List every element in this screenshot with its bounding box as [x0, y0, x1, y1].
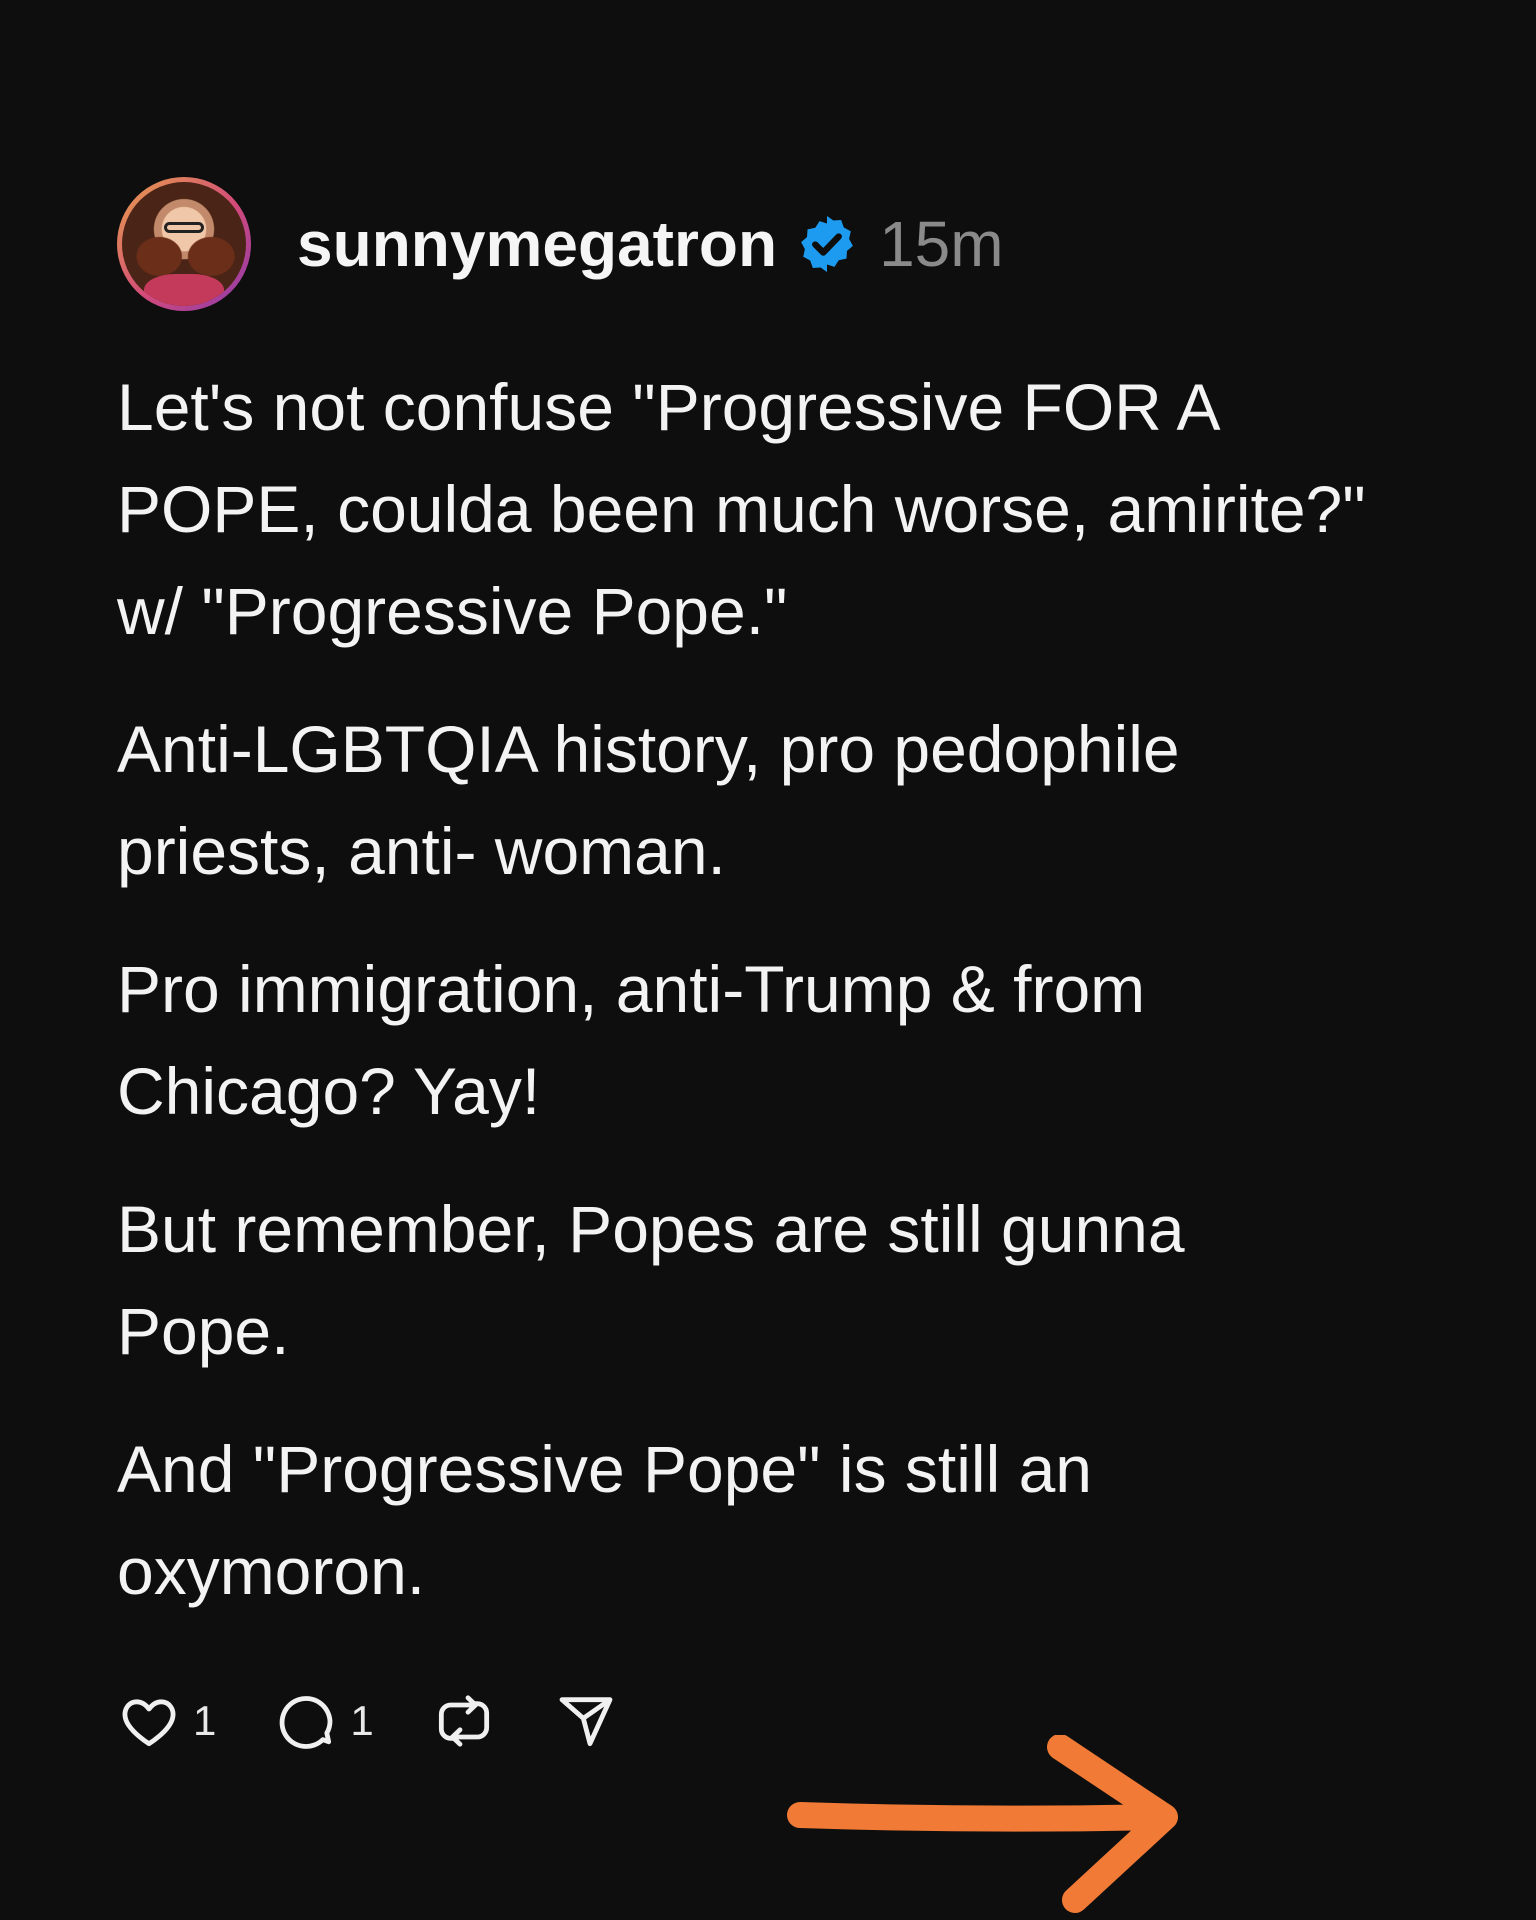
post-body: Let's not confuse "Progressive FOR A POP… — [117, 356, 1367, 1658]
arrow-right-icon — [787, 1735, 1178, 1913]
post-paragraph: But remember, Popes are still gunna Pope… — [117, 1192, 1185, 1368]
username[interactable]: sunnymegatron — [297, 207, 777, 281]
like-count: 1 — [193, 1697, 217, 1744]
verified-badge-icon — [801, 216, 853, 272]
avatar[interactable] — [117, 177, 251, 311]
post-header: sunnymegatron 15m — [117, 176, 1004, 312]
post: sunnymegatron 15m Let's not confuse "Pro… — [0, 0, 1536, 1920]
comment-bubble-icon — [280, 1696, 333, 1749]
share-button[interactable] — [554, 1689, 618, 1753]
heart-icon — [122, 1699, 176, 1747]
repost-button[interactable] — [432, 1689, 496, 1753]
avatar-photo — [122, 182, 246, 306]
reply-count: 1 — [350, 1697, 374, 1744]
repost-icon — [438, 1695, 489, 1747]
send-icon — [559, 1697, 613, 1747]
action-bar: 1 1 — [117, 1686, 676, 1756]
post-paragraph: Anti-LGBTQIA history, pro pedophile prie… — [117, 712, 1180, 888]
post-paragraph: Pro immigration, anti-Trump & from Chica… — [117, 952, 1146, 1128]
timestamp: 15m — [879, 208, 1004, 280]
reply-button[interactable]: 1 — [274, 1689, 374, 1753]
post-paragraph: And "Progressive Pope" is still an oxymo… — [117, 1432, 1092, 1608]
like-button[interactable]: 1 — [117, 1689, 216, 1753]
post-paragraph: Let's not confuse "Progressive FOR A POP… — [117, 370, 1366, 648]
